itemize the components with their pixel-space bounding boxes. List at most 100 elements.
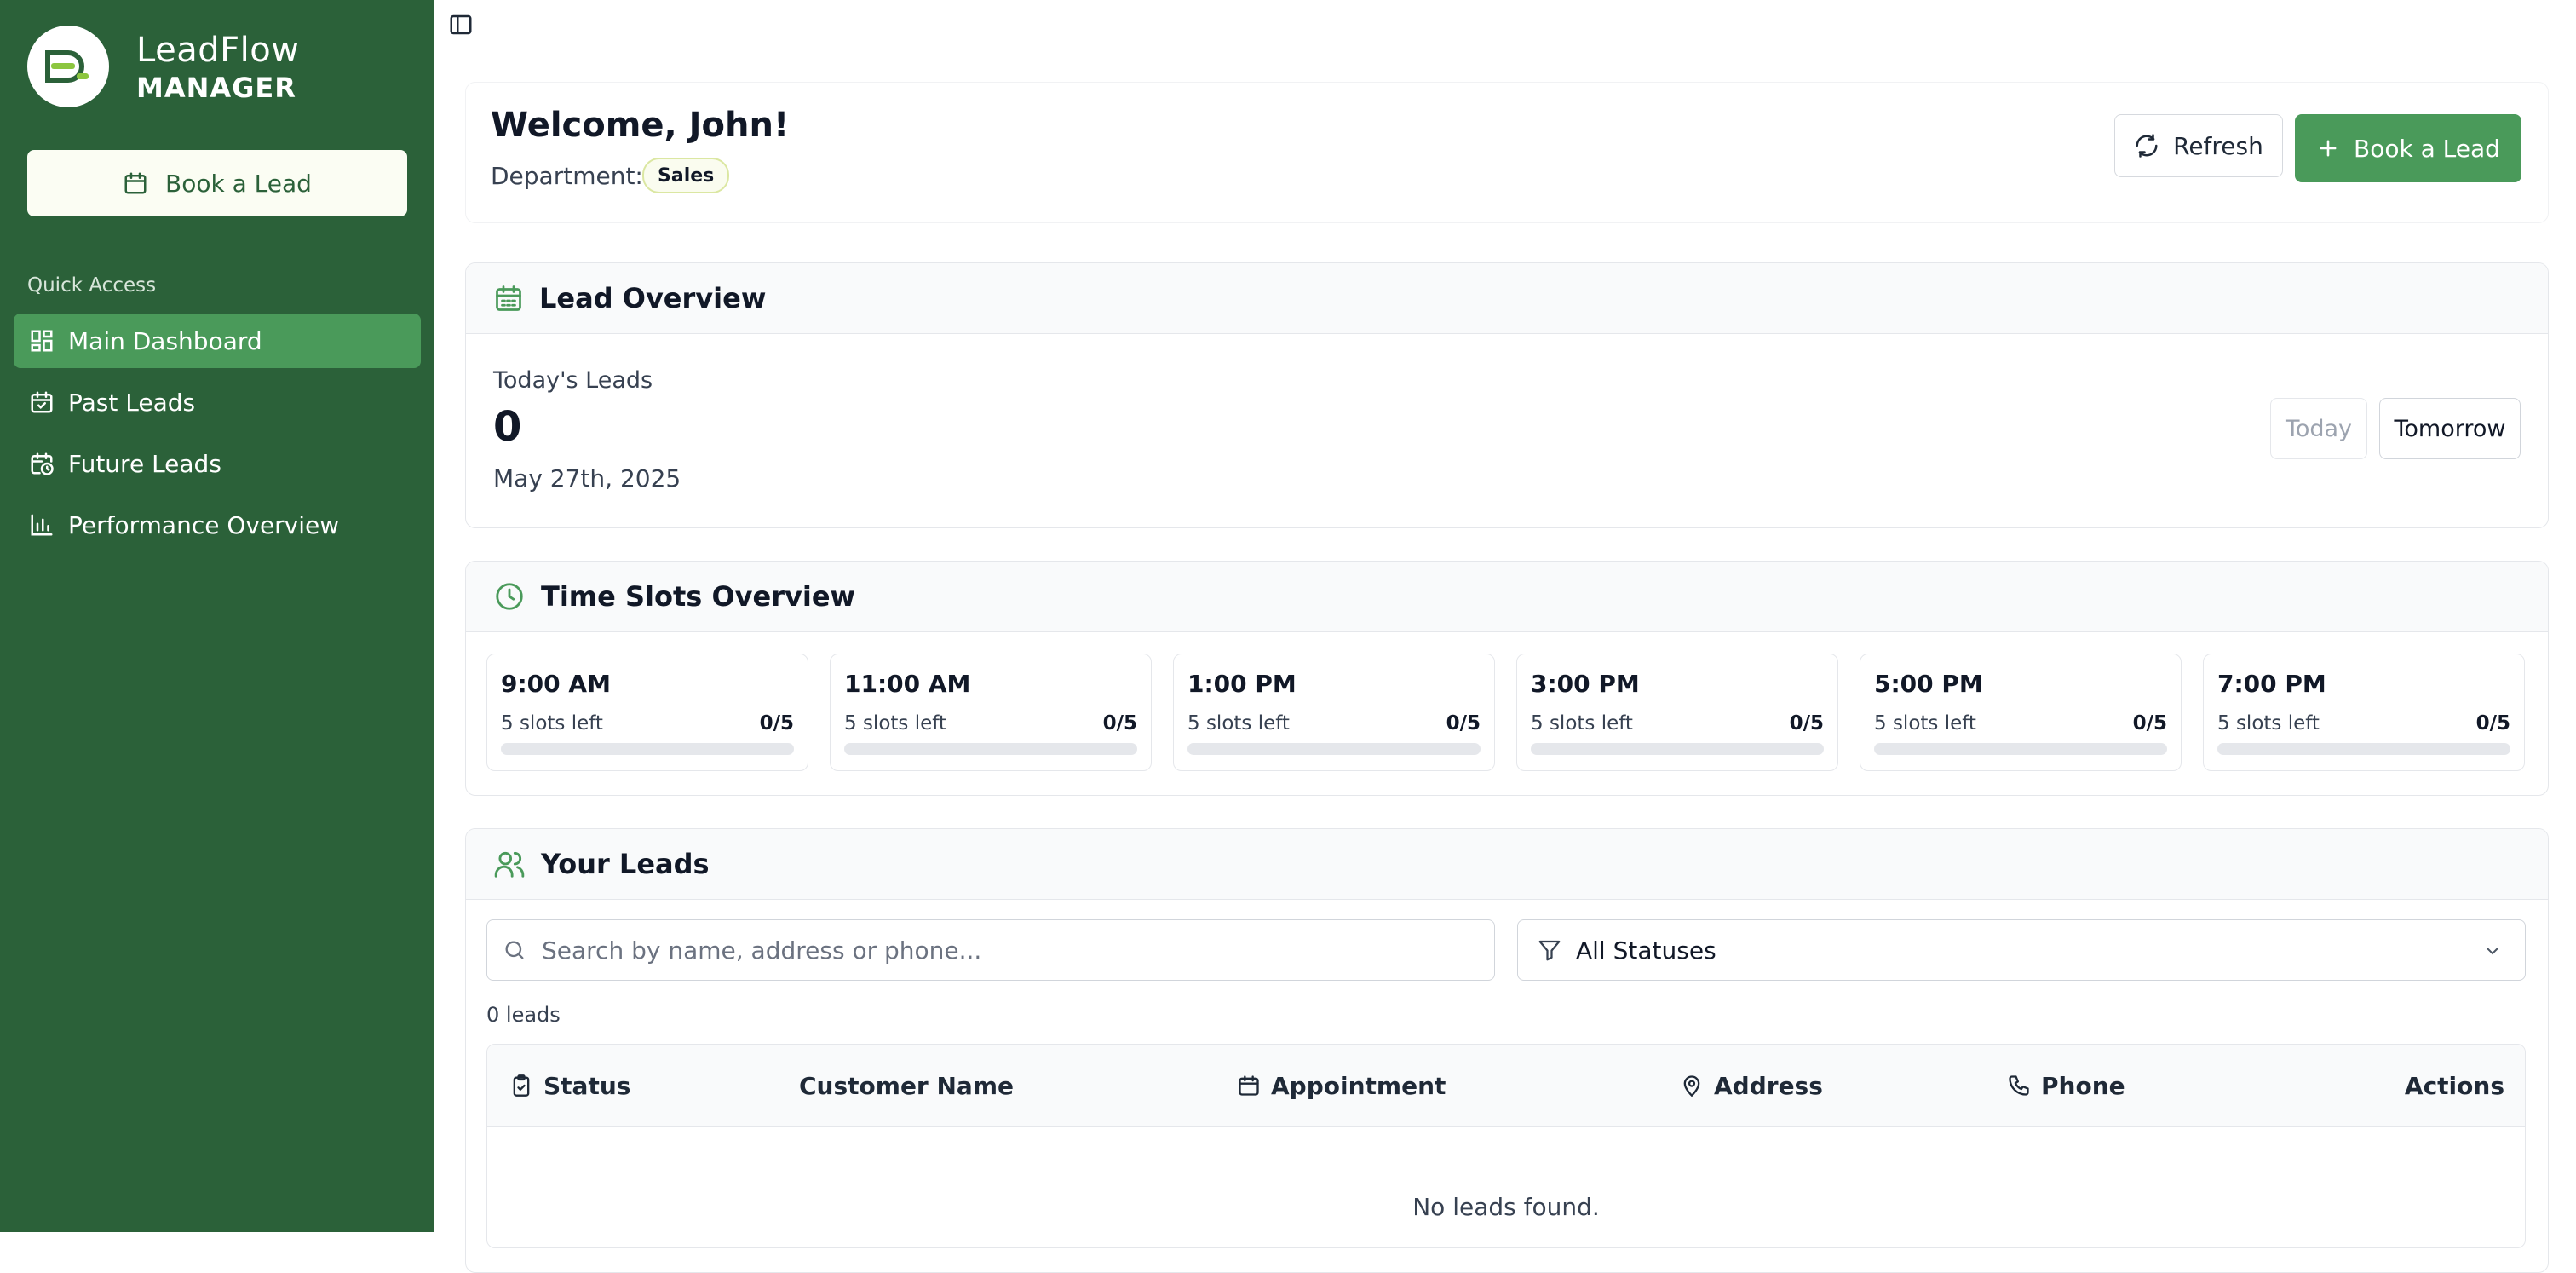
column-header-status[interactable]: Status [509, 1045, 630, 1126]
sidebar-toggle-button[interactable] [448, 12, 474, 37]
status-filter-value: All Statuses [1576, 936, 1716, 965]
refresh-button[interactable]: Refresh [2114, 114, 2283, 177]
sidebar-panel-icon [450, 14, 472, 35]
slot-remaining: 5 slots left [1531, 712, 1633, 734]
slot-count: 0/5 [2132, 712, 2167, 734]
plus-icon [2320, 140, 2337, 157]
time-slot-card: 5:00 PM 5 slots left 0/5 [1860, 654, 2182, 771]
page-title: Welcome, John! [491, 106, 790, 145]
slot-time: 9:00 AM [501, 670, 611, 698]
time-slots-card: Time Slots Overview 9:00 AM 5 slots left 0… [465, 561, 2549, 796]
sidebar-item-label: Past Leads [68, 388, 196, 417]
sidebar-book-lead-button[interactable]: Book a Lead [27, 150, 407, 216]
your-leads-header: Your Leads [466, 829, 2548, 900]
sidebar-item-label: Future Leads [68, 449, 221, 478]
time-slot-card: 1:00 PM 5 slots left 0/5 [1173, 654, 1495, 771]
lead-search-input[interactable] [540, 935, 1463, 965]
time-slot-card: 7:00 PM 5 slots left 0/5 [2203, 654, 2525, 771]
bar-chart-icon [31, 514, 53, 536]
brand-subtitle: MANAGER [136, 72, 296, 104]
clock-icon [496, 583, 523, 610]
leads-table-header: Status Customer Name Appointment Address [487, 1045, 2525, 1127]
column-header-actions: Actions [2405, 1045, 2504, 1126]
brand-logo [27, 26, 109, 107]
todays-leads-count: 0 [493, 403, 522, 451]
time-slots-header: Time Slots Overview [466, 562, 2548, 632]
calendar-clock-icon [31, 452, 54, 475]
quick-access-heading: Quick Access [27, 274, 157, 297]
tomorrow-button[interactable]: Tomorrow [2379, 398, 2521, 459]
slot-time: 1:00 PM [1187, 670, 1297, 698]
sidebar-book-lead-label: Book a Lead [165, 169, 312, 198]
slot-time: 11:00 AM [844, 670, 971, 698]
sidebar-item-past-leads[interactable]: Past Leads [14, 375, 421, 429]
slot-count: 0/5 [759, 712, 794, 734]
book-lead-label: Book a Lead [2354, 134, 2500, 163]
slot-time: 5:00 PM [1874, 670, 1983, 698]
slot-progress-bar [1874, 743, 2167, 755]
time-slots-title: Time Slots Overview [541, 580, 856, 613]
clipboard-check-icon [513, 1074, 530, 1097]
status-filter-select[interactable]: All Statuses [1517, 919, 2526, 981]
sidebar-item-main-dashboard[interactable]: Main Dashboard [14, 314, 421, 368]
calendar-icon [124, 172, 147, 194]
sidebar-item-future-leads[interactable]: Future Leads [14, 436, 421, 491]
slot-count: 0/5 [1789, 712, 1824, 734]
department-label: Department: [491, 162, 643, 190]
slot-count: 0/5 [1102, 712, 1137, 734]
time-slot-card: 11:00 AM 5 slots left 0/5 [830, 654, 1152, 771]
lead-overview-title: Lead Overview [539, 282, 767, 314]
leads-table: Status Customer Name Appointment Address [486, 1044, 2526, 1248]
sidebar-item-label: Main Dashboard [68, 326, 262, 355]
slot-time: 3:00 PM [1531, 670, 1640, 698]
column-header-address[interactable]: Address [1680, 1045, 1823, 1126]
overview-date: May 27th, 2025 [493, 464, 681, 492]
slot-progress-bar [501, 743, 794, 755]
calendar-check-icon [31, 391, 53, 413]
slot-progress-bar [2217, 743, 2510, 755]
your-leads-card: Your Leads All Statuses 0 leads Status C… [465, 828, 2549, 1273]
department-badge: Sales [642, 158, 730, 193]
calendar-grid-icon [496, 285, 521, 311]
sidebar: LeadFlow MANAGER Book a Lead Quick Acces… [0, 0, 434, 1232]
column-header-phone[interactable]: Phone [2007, 1045, 2125, 1126]
chevron-down-icon [2487, 948, 2498, 955]
column-header-appointment[interactable]: Appointment [1237, 1045, 1446, 1126]
column-header-customer-name[interactable]: Customer Name [799, 1045, 1014, 1126]
lead-overview-card: Lead Overview Today's Leads 0 May 27th, … [465, 262, 2549, 528]
calendar-icon [1239, 1075, 1259, 1096]
column-label: Customer Name [799, 1071, 1014, 1100]
column-label: Address [1714, 1071, 1823, 1100]
brand-name: LeadFlow [136, 31, 300, 70]
slot-remaining: 5 slots left [1187, 712, 1290, 734]
slot-remaining: 5 slots left [2217, 712, 2320, 734]
slot-time: 7:00 PM [2217, 670, 2326, 698]
slot-count: 0/5 [1446, 712, 1481, 734]
book-lead-button[interactable]: Book a Lead [2295, 114, 2521, 182]
sidebar-item-performance-overview[interactable]: Performance Overview [14, 498, 421, 552]
time-slot-card: 9:00 AM 5 slots left 0/5 [486, 654, 808, 771]
slot-progress-bar [844, 743, 1137, 755]
time-slot-card: 3:00 PM 5 slots left 0/5 [1516, 654, 1838, 771]
empty-state: No leads found. [1412, 1193, 1600, 1221]
leads-count: 0 leads [486, 1003, 561, 1027]
phone-icon [2009, 1075, 2029, 1096]
slot-remaining: 5 slots left [1874, 712, 1976, 734]
column-label: Actions [2404, 1071, 2504, 1100]
refresh-icon [2136, 134, 2158, 158]
dashboard-icon [31, 330, 53, 352]
leadflow-logo-icon [45, 50, 89, 83]
slot-count: 0/5 [2475, 712, 2510, 734]
filter-icon [1538, 940, 1561, 961]
lead-search-box [486, 919, 1495, 981]
refresh-label: Refresh [2173, 131, 2263, 160]
todays-leads-label: Today's Leads [493, 367, 653, 394]
column-label: Status [543, 1071, 631, 1100]
slot-remaining: 5 slots left [844, 712, 946, 734]
slot-progress-bar [1531, 743, 1824, 755]
search-icon [505, 941, 524, 959]
lead-overview-header: Lead Overview [466, 263, 2548, 334]
today-button[interactable]: Today [2270, 398, 2367, 459]
slot-remaining: 5 slots left [501, 712, 603, 734]
slot-progress-bar [1187, 743, 1481, 755]
